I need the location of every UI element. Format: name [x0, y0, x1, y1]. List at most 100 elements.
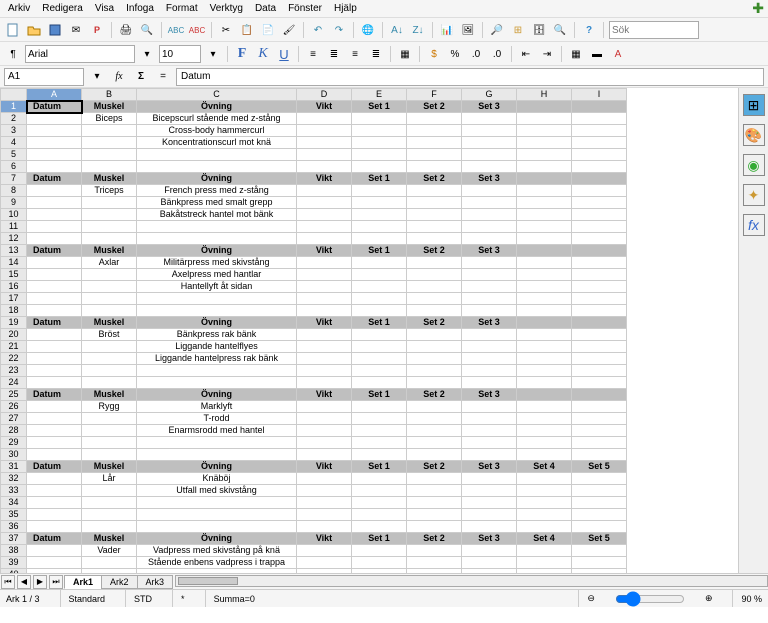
- cell-E2[interactable]: [352, 113, 407, 125]
- cell-C25[interactable]: Övning: [137, 389, 297, 401]
- cell-E40[interactable]: [352, 569, 407, 574]
- cell-I19[interactable]: [572, 317, 627, 329]
- cell-A40[interactable]: [27, 569, 82, 574]
- cell-G32[interactable]: [462, 473, 517, 485]
- cell-B14[interactable]: Axlar: [82, 257, 137, 269]
- cell-C19[interactable]: Övning: [137, 317, 297, 329]
- cell-C33[interactable]: Utfall med skivstång: [137, 485, 297, 497]
- cell-C15[interactable]: Axelpress med hantlar: [137, 269, 297, 281]
- cell-H39[interactable]: [517, 557, 572, 569]
- cell-F34[interactable]: [407, 497, 462, 509]
- cell-F17[interactable]: [407, 293, 462, 305]
- cell-I3[interactable]: [572, 125, 627, 137]
- cell-G9[interactable]: [462, 197, 517, 209]
- font-size-input[interactable]: [159, 45, 201, 63]
- cell-E29[interactable]: [352, 437, 407, 449]
- cell-I30[interactable]: [572, 449, 627, 461]
- italic-icon[interactable]: K: [254, 45, 272, 63]
- bold-icon[interactable]: F: [233, 45, 251, 63]
- cell-C4[interactable]: Koncentrationscurl mot knä: [137, 137, 297, 149]
- redo-icon[interactable]: ↷: [330, 21, 348, 39]
- row-header-38[interactable]: 38: [1, 545, 27, 557]
- cell-H20[interactable]: [517, 329, 572, 341]
- cell-A20[interactable]: [27, 329, 82, 341]
- help-icon[interactable]: ?: [580, 21, 598, 39]
- cell-G23[interactable]: [462, 365, 517, 377]
- cell-G18[interactable]: [462, 305, 517, 317]
- cell-H1[interactable]: [517, 101, 572, 113]
- cell-B34[interactable]: [82, 497, 137, 509]
- cell-G36[interactable]: [462, 521, 517, 533]
- cell-A27[interactable]: [27, 413, 82, 425]
- cell-D28[interactable]: [297, 425, 352, 437]
- cell-H40[interactable]: [517, 569, 572, 574]
- tab-first-icon[interactable]: ⏮: [1, 575, 15, 589]
- cell-C40[interactable]: [137, 569, 297, 574]
- cell-A39[interactable]: [27, 557, 82, 569]
- cell-I15[interactable]: [572, 269, 627, 281]
- cell-B33[interactable]: [82, 485, 137, 497]
- cell-I36[interactable]: [572, 521, 627, 533]
- cell-F23[interactable]: [407, 365, 462, 377]
- menu-visa[interactable]: Visa: [95, 3, 114, 14]
- cell-B28[interactable]: [82, 425, 137, 437]
- cell-I31[interactable]: Set 5: [572, 461, 627, 473]
- cell-B2[interactable]: Biceps: [82, 113, 137, 125]
- pdf-icon[interactable]: P: [88, 21, 106, 39]
- find-icon[interactable]: 🔎: [488, 21, 506, 39]
- spreadsheet-grid[interactable]: ABCDEFGHI1DatumMuskelÖvningViktSet 1Set …: [0, 88, 738, 573]
- cell-B11[interactable]: [82, 221, 137, 233]
- sidebar-gallery-icon[interactable]: ◉: [743, 154, 765, 176]
- cell-A2[interactable]: [27, 113, 82, 125]
- cell-F5[interactable]: [407, 149, 462, 161]
- row-header-6[interactable]: 6: [1, 161, 27, 173]
- cell-F19[interactable]: Set 2: [407, 317, 462, 329]
- cell-C39[interactable]: Stående enbens vadpress i trappa: [137, 557, 297, 569]
- cell-D7[interactable]: Vikt: [297, 173, 352, 185]
- cell-A16[interactable]: [27, 281, 82, 293]
- cell-D16[interactable]: [297, 281, 352, 293]
- cell-F37[interactable]: Set 2: [407, 533, 462, 545]
- col-header-C[interactable]: C: [137, 89, 297, 101]
- cell-B23[interactable]: [82, 365, 137, 377]
- cell-D5[interactable]: [297, 149, 352, 161]
- cell-G15[interactable]: [462, 269, 517, 281]
- cell-E3[interactable]: [352, 125, 407, 137]
- size-dropdown-icon[interactable]: ▾: [204, 45, 222, 63]
- cell-E26[interactable]: [352, 401, 407, 413]
- cell-C1[interactable]: Övning: [137, 101, 297, 113]
- cell-C30[interactable]: [137, 449, 297, 461]
- cell-A13[interactable]: Datum: [27, 245, 82, 257]
- cell-C38[interactable]: Vadpress med skivstång på knä: [137, 545, 297, 557]
- cell-E1[interactable]: Set 1: [352, 101, 407, 113]
- cell-C32[interactable]: Knäböj: [137, 473, 297, 485]
- col-header-F[interactable]: F: [407, 89, 462, 101]
- cell-G28[interactable]: [462, 425, 517, 437]
- font-dropdown-icon[interactable]: ▾: [138, 45, 156, 63]
- cell-F20[interactable]: [407, 329, 462, 341]
- col-header-A[interactable]: A: [27, 89, 82, 101]
- row-header-34[interactable]: 34: [1, 497, 27, 509]
- cell-H5[interactable]: [517, 149, 572, 161]
- cell-I4[interactable]: [572, 137, 627, 149]
- cell-A23[interactable]: [27, 365, 82, 377]
- cell-A30[interactable]: [27, 449, 82, 461]
- cell-E25[interactable]: Set 1: [352, 389, 407, 401]
- cell-A21[interactable]: [27, 341, 82, 353]
- cell-B27[interactable]: [82, 413, 137, 425]
- row-header-35[interactable]: 35: [1, 509, 27, 521]
- cell-H14[interactable]: [517, 257, 572, 269]
- cell-G12[interactable]: [462, 233, 517, 245]
- sidebar-styles-icon[interactable]: 🎨: [743, 124, 765, 146]
- row-header-8[interactable]: 8: [1, 185, 27, 197]
- cell-A10[interactable]: [27, 209, 82, 221]
- cell-A22[interactable]: [27, 353, 82, 365]
- font-name-input[interactable]: [25, 45, 135, 63]
- tab-prev-icon[interactable]: ◀: [17, 575, 31, 589]
- cell-H30[interactable]: [517, 449, 572, 461]
- cut-icon[interactable]: ✂: [217, 21, 235, 39]
- menu-data[interactable]: Data: [255, 3, 276, 14]
- cell-D38[interactable]: [297, 545, 352, 557]
- border-icon[interactable]: ▦: [567, 45, 585, 63]
- cell-G33[interactable]: [462, 485, 517, 497]
